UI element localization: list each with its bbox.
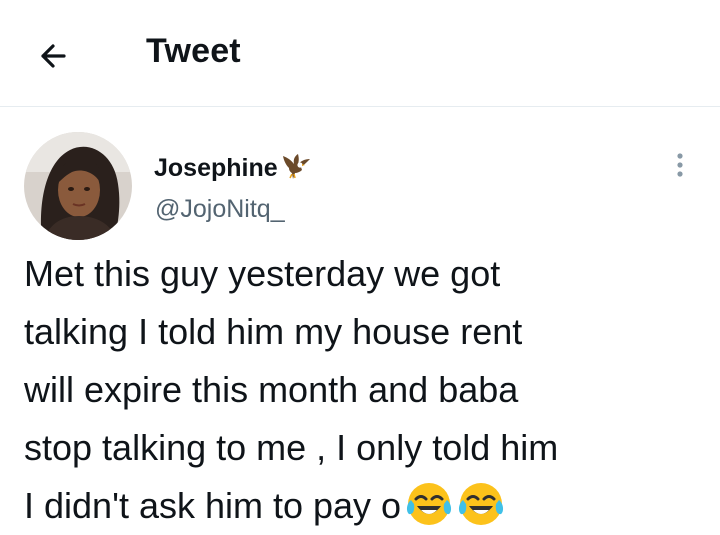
eagle-emoji-icon xyxy=(278,150,312,187)
tears-of-joy-emoji-icon xyxy=(401,483,453,526)
page-title: Tweet xyxy=(146,32,241,70)
tweet-body: Met this guy yesterday we got talking I … xyxy=(24,245,704,535)
display-name[interactable]: Josephine xyxy=(154,154,278,183)
more-options-button[interactable] xyxy=(666,148,694,184)
back-button[interactable] xyxy=(34,36,74,76)
avatar[interactable] xyxy=(24,132,132,240)
tears-of-joy-emoji-icon xyxy=(453,483,505,526)
arrow-left-icon xyxy=(41,44,66,68)
author-handle[interactable]: @JojoNitq_ xyxy=(155,195,285,224)
author-name-row: Josephine xyxy=(154,150,312,186)
more-vertical-icon xyxy=(677,153,683,177)
top-bar: Tweet xyxy=(0,0,720,107)
